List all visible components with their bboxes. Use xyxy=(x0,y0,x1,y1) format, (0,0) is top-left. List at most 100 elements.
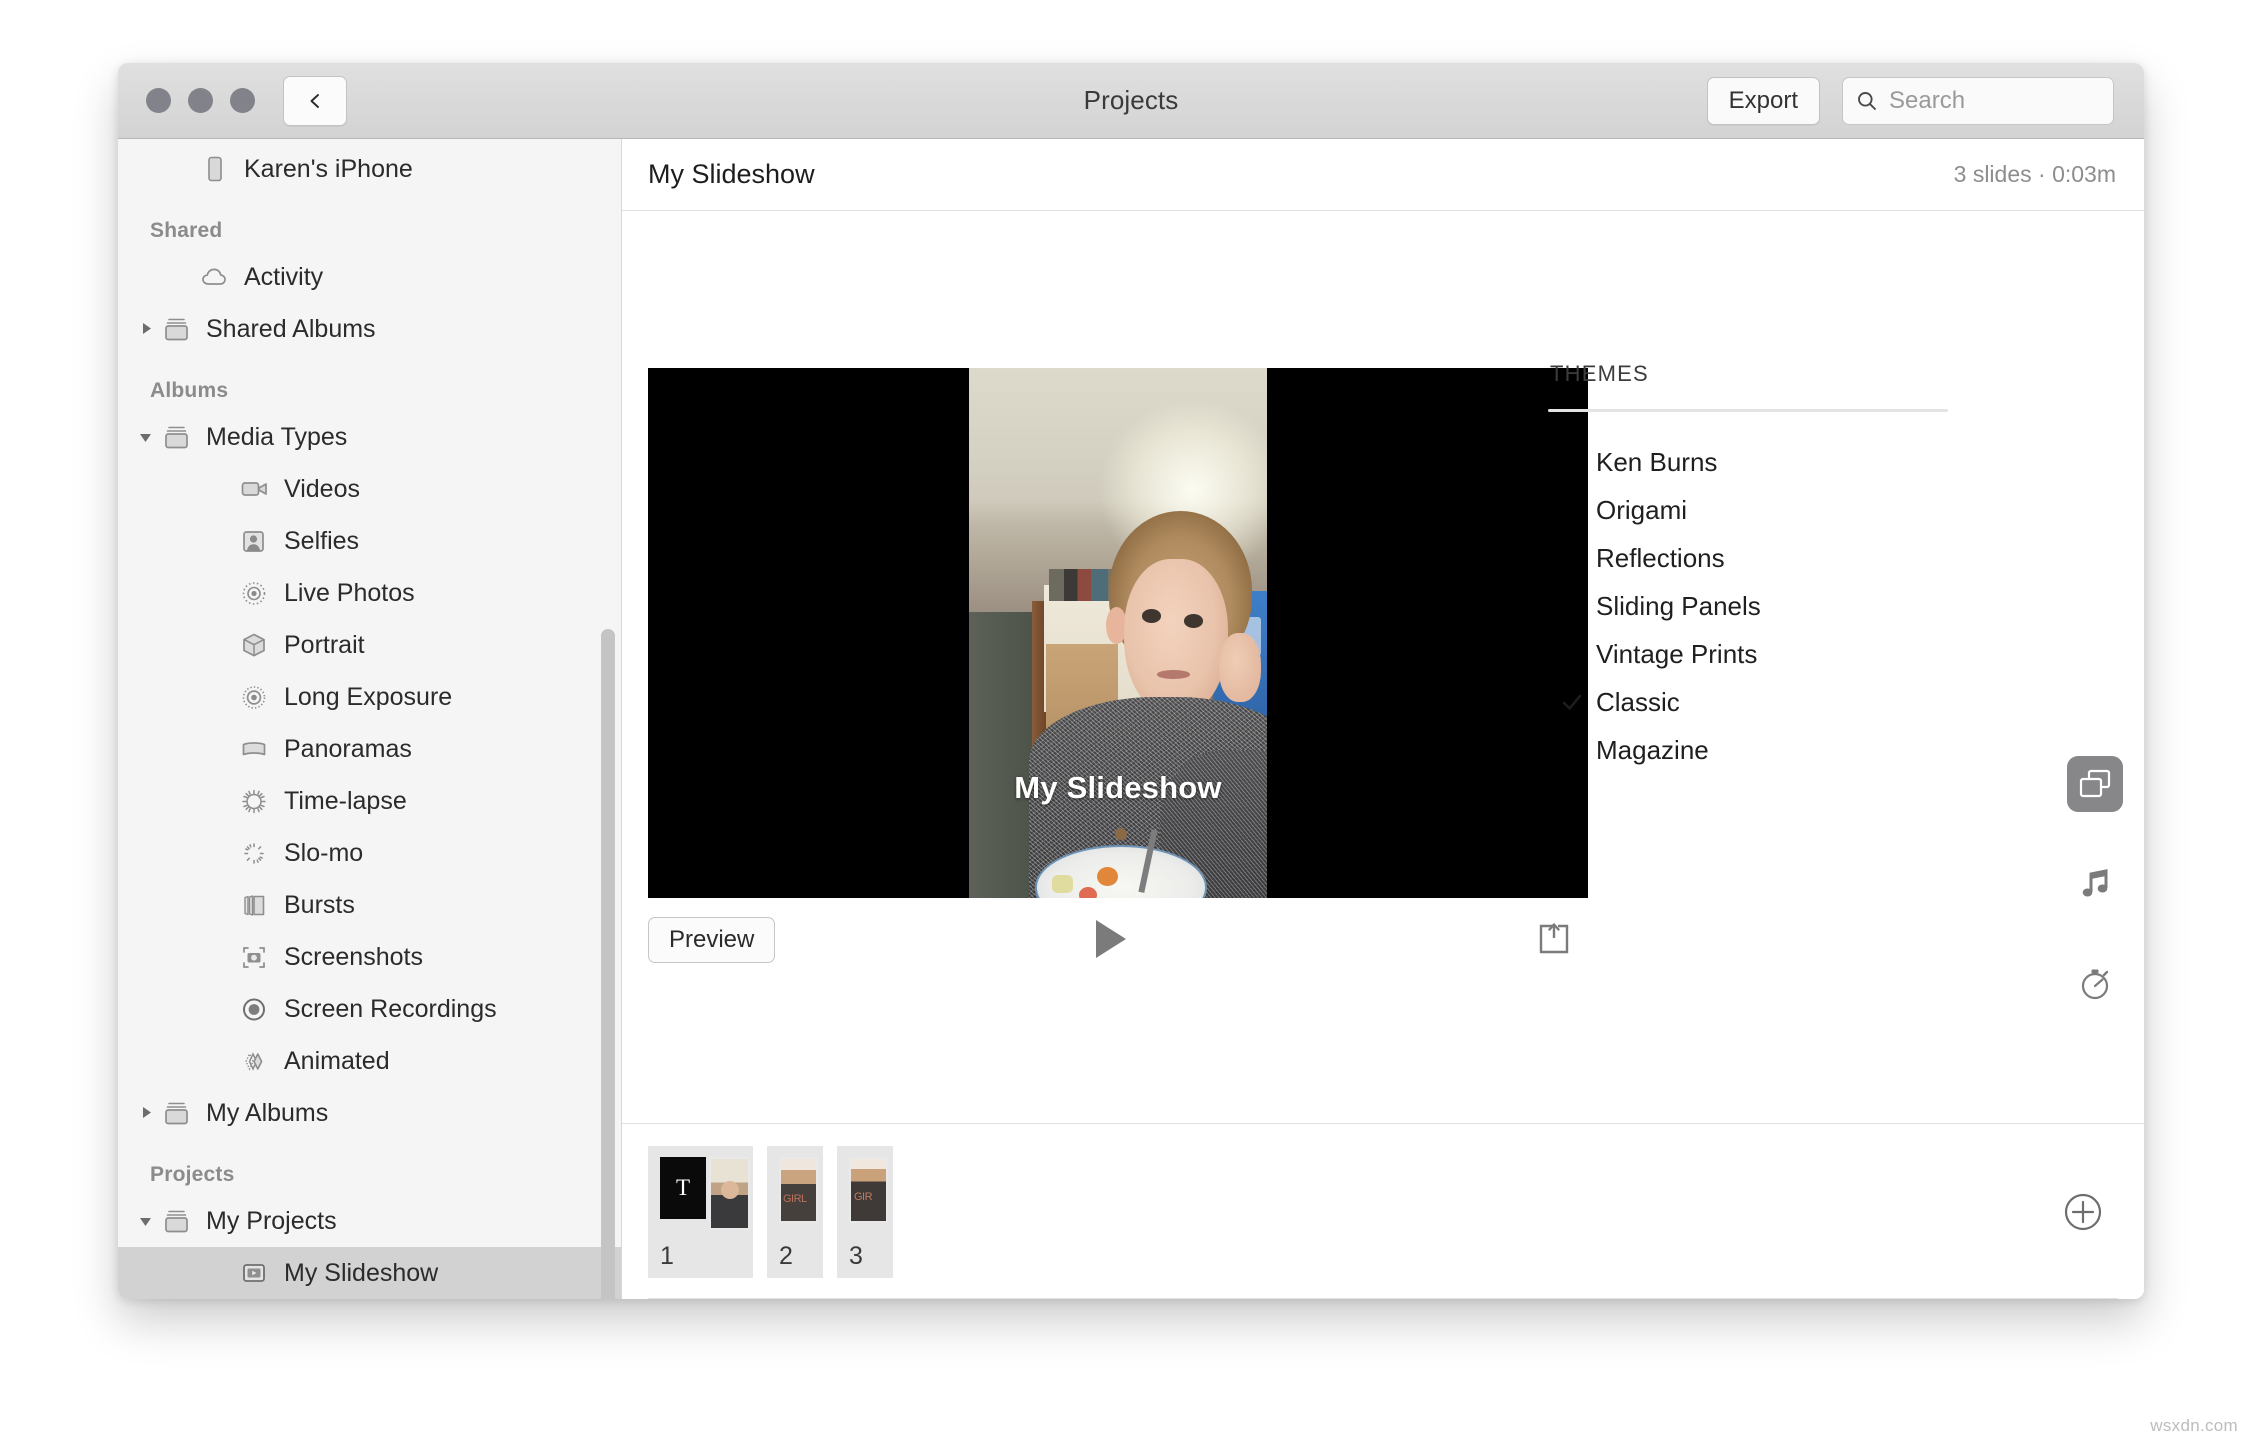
project-header: My Slideshow 3 slides · 0:03m xyxy=(622,139,2144,211)
themes-tool-button[interactable] xyxy=(2067,756,2123,812)
live-photo-icon xyxy=(242,582,266,605)
sidebar: Karen's iPhone Shared Activity Shared Album… xyxy=(118,139,622,1299)
slide-thumbnail-images xyxy=(849,1156,888,1233)
back-button[interactable] xyxy=(283,75,347,126)
sidebar-section-header: Projects xyxy=(150,1163,235,1186)
slideshow-icon xyxy=(243,1264,265,1282)
slide-thumbnail-images xyxy=(779,1156,818,1233)
disclosure-triangle[interactable] xyxy=(132,1213,160,1229)
theme-option-origami[interactable]: Origami xyxy=(1548,486,1948,534)
sidebar-item-animated[interactable]: Animated xyxy=(118,1035,621,1087)
chevron-left-icon xyxy=(310,93,319,108)
traffic-light-group xyxy=(146,88,255,113)
sidebar-item-shared-albums[interactable]: Shared Albums xyxy=(118,303,621,355)
iphone-icon xyxy=(198,156,232,182)
sidebar-item-portrait[interactable]: Portrait xyxy=(118,619,621,671)
export-button[interactable]: Export xyxy=(1706,76,1820,125)
themes-cards-icon xyxy=(2079,769,2111,798)
disclosure-triangle[interactable] xyxy=(132,1105,160,1121)
sidebar-item-panoramas[interactable]: Panoramas xyxy=(118,723,621,775)
cloud-icon xyxy=(198,264,232,290)
sidebar-item-label: Portrait xyxy=(284,630,365,659)
themes-header: THEMES xyxy=(1550,361,1649,386)
theme-option-classic[interactable]: Classic xyxy=(1548,678,1948,726)
minimize-button[interactable] xyxy=(188,88,213,113)
slide-thumbnail-3[interactable]: 3 xyxy=(837,1145,893,1278)
close-button[interactable] xyxy=(146,88,171,113)
sidebar-item-label: Media Types xyxy=(206,422,348,451)
stopwatch-icon xyxy=(2081,969,2109,1000)
sidebar-item-label: Screen Recordings xyxy=(284,994,497,1023)
photo-child-eye-left xyxy=(1141,609,1162,623)
photo-food-a xyxy=(1052,874,1074,893)
sidebar-item-label: My Albums xyxy=(206,1098,329,1127)
sidebar-item-karen-s-iphone[interactable]: Karen's iPhone xyxy=(118,143,621,195)
video-camera-icon xyxy=(241,482,267,496)
theme-option-vintage-prints[interactable]: Vintage Prints xyxy=(1548,630,1948,678)
add-slide-button[interactable] xyxy=(2060,1189,2106,1235)
themes-panel: THEMES Ken Burns Origami Reflections Slidin… xyxy=(1548,361,1948,774)
project-meta: 3 slides · 0:03m xyxy=(1953,161,2116,187)
theme-option-sliding-panels[interactable]: Sliding Panels xyxy=(1548,582,1948,630)
album-stack-icon xyxy=(160,1100,194,1126)
slides-list: T123 xyxy=(648,1145,893,1278)
sidebar-item-videos[interactable]: Videos xyxy=(118,463,621,515)
sidebar-section-header: Shared xyxy=(150,219,223,242)
sidebar-item-activity[interactable]: Activity xyxy=(118,251,621,303)
sidebar-item-long-exposure[interactable]: Long Exposure xyxy=(118,671,621,723)
sidebar-item-media-types[interactable]: Media Types xyxy=(118,411,621,463)
slide-thumbnail-2[interactable]: 2 xyxy=(767,1145,823,1278)
sidebar-item-selfies[interactable]: Selfies xyxy=(118,515,621,567)
sidebar-item-screenshots[interactable]: Screenshots xyxy=(118,931,621,983)
sidebar-item-label: Selfies xyxy=(284,526,360,555)
slide-title-overlay: My Slideshow xyxy=(1014,770,1222,805)
duration-tool-button[interactable] xyxy=(2067,956,2123,1012)
themes-list: Ken Burns Origami Reflections Sliding Panel… xyxy=(1548,438,1948,774)
sidebar-item-slo-mo[interactable]: Slo-mo xyxy=(118,827,621,879)
iphone-icon xyxy=(208,156,222,182)
slideshow-preview[interactable]: My Slideshow xyxy=(648,368,1588,898)
sidebar-item-my-slideshow[interactable]: My Slideshow xyxy=(118,1247,621,1299)
slide-thumbnail-1[interactable]: T1 xyxy=(648,1145,753,1278)
sidebar-item-label: Panoramas xyxy=(284,734,412,763)
sidebar-item-screen-recordings[interactable]: Screen Recordings xyxy=(118,983,621,1035)
sidebar-item-my-projects[interactable]: My Projects xyxy=(118,1195,621,1247)
theme-option-magazine[interactable]: Magazine xyxy=(1548,726,1948,774)
sidebar-item-label: Slo-mo xyxy=(284,838,364,867)
cube-icon xyxy=(243,633,265,657)
screen-recording-icon xyxy=(238,996,272,1022)
play-button[interactable] xyxy=(1088,913,1134,965)
sidebar-item-label: My Projects xyxy=(206,1206,337,1235)
slideshow-icon xyxy=(238,1260,272,1286)
sidebar-scrollbar-thumb[interactable] xyxy=(601,629,615,1299)
sidebar-item-bursts[interactable]: Bursts xyxy=(118,879,621,931)
play-icon xyxy=(1096,920,1126,958)
slide-photo-tile xyxy=(849,1156,888,1223)
sidebar-scroll-area[interactable]: Karen's iPhone Shared Activity Shared Album… xyxy=(118,139,621,1299)
slide-number: 3 xyxy=(849,1241,863,1270)
album-stack-icon xyxy=(165,318,188,341)
sidebar-item-live-photos[interactable]: Live Photos xyxy=(118,567,621,619)
photo-child-mouth xyxy=(1156,670,1190,679)
slide-photo-tile xyxy=(779,1156,818,1223)
screen-recording-icon xyxy=(243,998,265,1021)
disclosure-triangle[interactable] xyxy=(132,429,160,445)
theme-option-reflections[interactable]: Reflections xyxy=(1548,534,1948,582)
sidebar-item-label: Animated xyxy=(284,1046,390,1075)
share-button[interactable] xyxy=(1532,917,1576,961)
sidebar-item-my-albums[interactable]: My Albums xyxy=(118,1087,621,1139)
themes-divider xyxy=(1548,409,1948,412)
zoom-button[interactable] xyxy=(230,88,255,113)
theme-option-ken-burns[interactable]: Ken Burns xyxy=(1548,438,1948,486)
music-note-icon xyxy=(2082,869,2108,897)
sidebar-item-label: Time-lapse xyxy=(284,786,407,815)
search-input[interactable]: Search xyxy=(1842,76,2114,125)
search-icon xyxy=(1858,91,1876,110)
music-tool-button[interactable] xyxy=(2067,856,2123,912)
sidebar-item-label: Karen's iPhone xyxy=(244,154,413,183)
preview-button[interactable]: Preview xyxy=(648,917,776,963)
sidebar-item-time-lapse[interactable]: Time-lapse xyxy=(118,775,621,827)
title-slide-tile: T xyxy=(660,1156,706,1219)
disclosure-triangle[interactable] xyxy=(132,321,160,337)
photos-window: Projects Export Search Karen's iPhone Sha… xyxy=(118,63,2144,1299)
